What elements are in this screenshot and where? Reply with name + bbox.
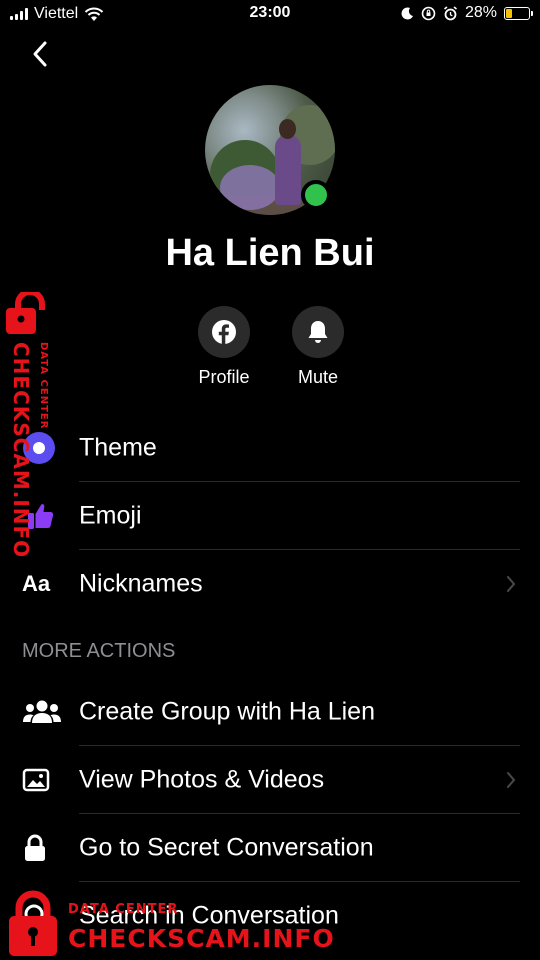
orientation-lock-icon xyxy=(421,6,436,20)
menu-item-secret-conversation[interactable]: Go to Secret Conversation xyxy=(0,814,540,882)
section-header-more-actions: MORE ACTIONS xyxy=(22,640,176,662)
bell-icon xyxy=(308,321,328,343)
menu-item-label: Go to Secret Conversation xyxy=(79,833,374,862)
thumbs-up-icon xyxy=(22,499,62,533)
people-icon xyxy=(22,695,62,729)
lock-icon xyxy=(22,831,62,865)
menu-item-label: Emoji xyxy=(79,501,142,530)
battery-fill xyxy=(506,8,513,18)
mute-button[interactable]: Mute xyxy=(278,306,358,388)
search-icon xyxy=(22,899,62,933)
photo-icon xyxy=(22,763,62,797)
chevron-left-icon xyxy=(33,41,47,67)
online-status-indicator xyxy=(301,180,331,210)
mute-button-label: Mute xyxy=(297,367,339,387)
menu-item-label: Create Group with Ha Lien xyxy=(79,697,375,726)
menu-item-label: View Photos & Videos xyxy=(79,765,325,794)
menu-item-label: Nicknames xyxy=(79,569,203,598)
facebook-icon xyxy=(212,320,236,345)
status-right: 28% xyxy=(401,4,533,22)
profile-button-label: Profile xyxy=(198,367,250,387)
moon-icon xyxy=(401,6,413,19)
chevron-right-icon xyxy=(507,576,516,592)
profile-name: Ha Lien Bui xyxy=(165,232,375,274)
menu-item-create-group[interactable]: Create Group with Ha Lien xyxy=(0,678,540,746)
menu-item-theme[interactable]: Theme xyxy=(0,414,540,482)
status-bar: Viettel 23:00 28% xyxy=(0,0,540,30)
menu-item-nicknames[interactable]: Aa Nicknames xyxy=(0,550,540,618)
profile-button[interactable]: Profile xyxy=(184,306,264,388)
battery-percent: 28% xyxy=(464,4,497,21)
theme-circle-icon xyxy=(22,431,62,465)
menu-item-search-conversation[interactable]: Search in Conversation xyxy=(0,882,540,950)
text-aa-icon: Aa xyxy=(22,571,51,596)
menu-item-label: Theme xyxy=(79,433,157,462)
back-button[interactable] xyxy=(22,36,58,72)
menu-item-view-photos[interactable]: View Photos & Videos xyxy=(0,746,540,814)
chevron-right-icon xyxy=(507,772,516,788)
battery-icon xyxy=(504,6,533,20)
padlock-logo-icon xyxy=(6,292,45,334)
menu-item-label: Search in Conversation xyxy=(79,901,339,930)
alarm-icon xyxy=(443,5,457,20)
menu-item-emoji[interactable]: Emoji xyxy=(0,482,540,550)
profile-button-circle[interactable] xyxy=(198,306,250,358)
mute-button-circle[interactable] xyxy=(292,306,344,358)
